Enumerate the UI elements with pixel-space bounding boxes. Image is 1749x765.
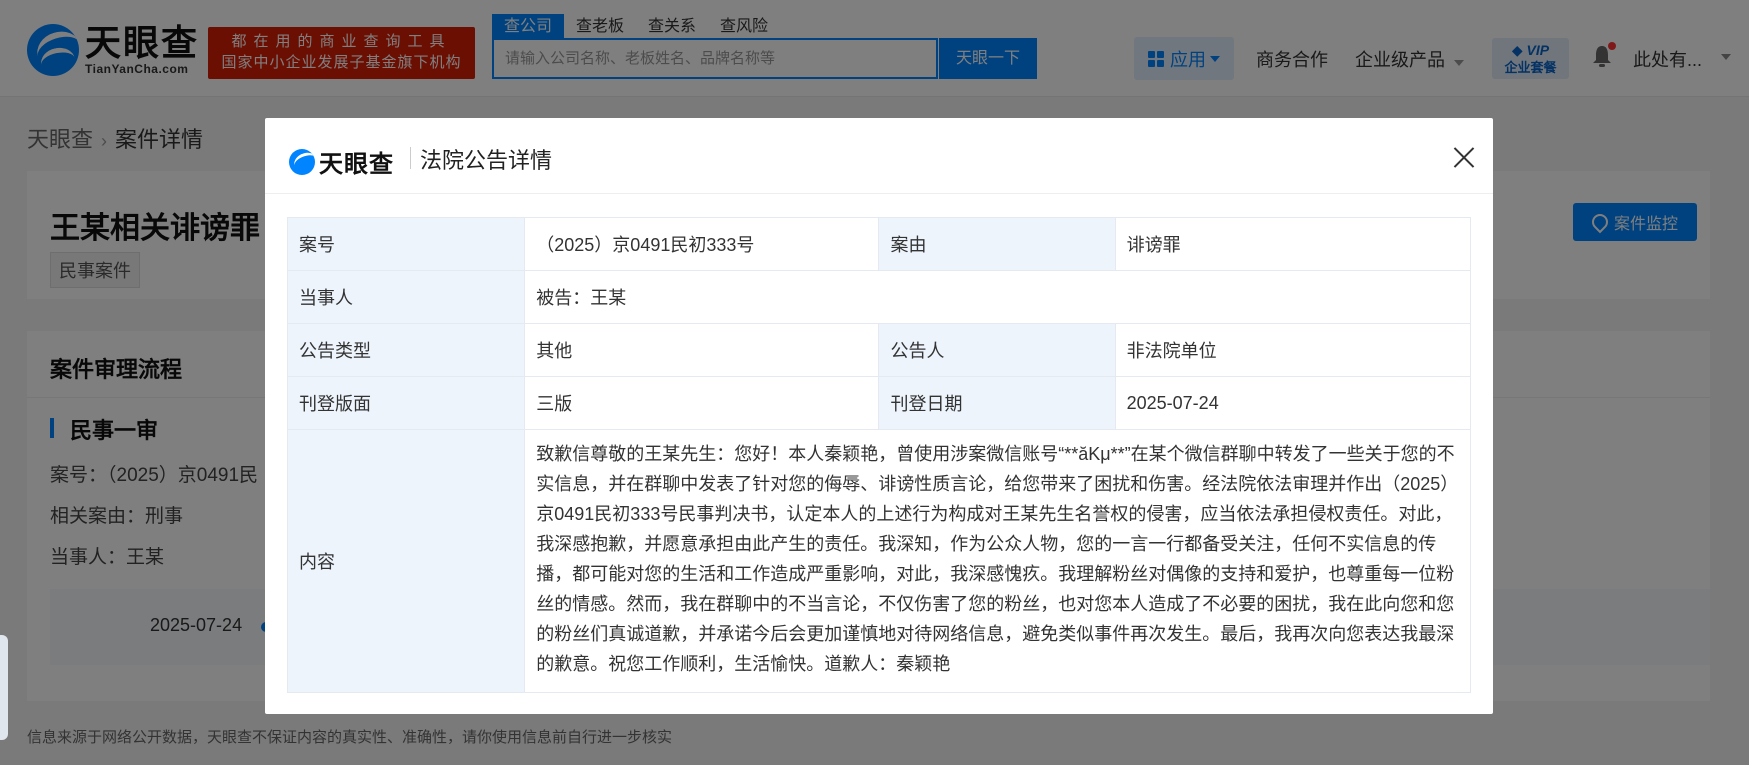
cause-value: 诽谤罪	[1114, 217, 1472, 271]
cause-label: 案由	[878, 217, 1116, 271]
case-no-label: 案号	[286, 217, 526, 271]
content-label: 内容	[286, 429, 526, 693]
table-row: 内容 致歉信尊敬的王某先生：您好！本人秦颖艳，曾使用涉案微信账号“**ăKμ**…	[286, 429, 1471, 693]
announcer-value: 非法院单位	[1114, 323, 1472, 377]
dialog-logo-text: 天眼查	[319, 151, 394, 178]
table-row: 公告类型 其他 公告人 非法院单位	[286, 323, 1472, 377]
publish-date-value: 2025-07-24	[1114, 376, 1472, 430]
content-value: 致歉信尊敬的王某先生：您好！本人秦颖艳，曾使用涉案微信账号“**ăKμ**”在某…	[524, 429, 1471, 693]
notice-detail-table: 案号 （2025）京0491民初333号 案由 诽谤罪 当事人 被告：王某 公告…	[286, 217, 1472, 693]
notice-type-label: 公告类型	[286, 323, 526, 377]
dialog-title: 法院公告详情	[420, 148, 553, 173]
logo-eye-icon	[289, 148, 315, 175]
close-icon[interactable]	[1449, 142, 1479, 172]
table-row: 刊登版面 三版 刊登日期 2025-07-24	[286, 376, 1472, 430]
side-widget-tab[interactable]	[0, 635, 8, 740]
party-label: 当事人	[286, 270, 526, 324]
court-notice-dialog: 天眼查 法院公告详情 案号 （2025）京0491民初333号 案由 诽谤罪 当…	[265, 118, 1493, 714]
notice-type-value: 其他	[524, 323, 880, 377]
announcer-label: 公告人	[878, 323, 1116, 377]
divider	[410, 147, 411, 169]
publish-page-value: 三版	[524, 376, 880, 430]
case-no-value: （2025）京0491民初333号	[524, 217, 880, 271]
publish-page-label: 刊登版面	[286, 376, 526, 430]
dialog-logo: 天眼查	[289, 144, 394, 179]
party-value: 被告：王某	[524, 270, 1471, 324]
table-row: 案号 （2025）京0491民初333号 案由 诽谤罪	[286, 217, 1472, 271]
table-row: 当事人 被告：王某	[286, 270, 1471, 324]
publish-date-label: 刊登日期	[878, 376, 1116, 430]
dialog-header: 天眼查 法院公告详情	[265, 118, 1493, 194]
